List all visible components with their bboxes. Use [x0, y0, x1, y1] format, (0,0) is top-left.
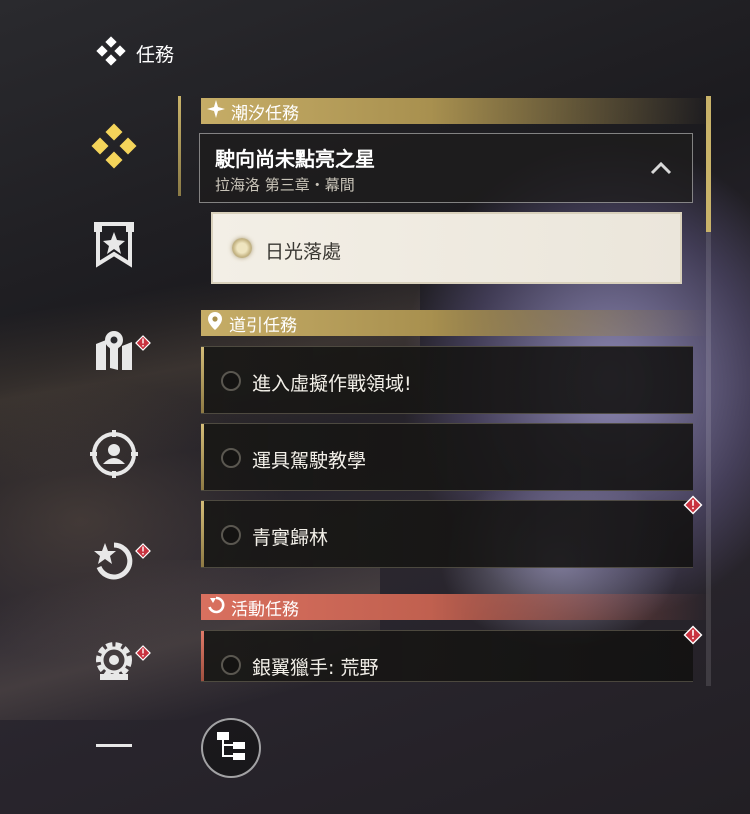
quest-accent-bar: [201, 631, 204, 681]
quest-subtitle: 拉海洛 第三章・幕間: [215, 176, 355, 194]
quest-item[interactable]: 進入虛擬作戰領域!: [201, 346, 693, 414]
quest-step-selected[interactable]: 日光落處: [211, 212, 682, 284]
sidebar-item-story[interactable]: [88, 220, 140, 272]
section-title: 道引任務: [229, 315, 297, 336]
quest-accent-bar: [201, 347, 204, 413]
quest-status-icon: [221, 655, 241, 675]
step-status-icon: [232, 238, 252, 258]
active-indicator: [178, 96, 181, 196]
quest-tree-button[interactable]: [201, 718, 261, 778]
quest-label: 進入虛擬作戰領域!: [252, 373, 412, 395]
quest-item[interactable]: 銀翼獵手: 荒野: [201, 625, 703, 682]
page-header: 任務: [96, 36, 174, 71]
refresh-icon: [207, 596, 225, 619]
quest-item[interactable]: 青實歸林: [201, 495, 703, 568]
alert-badge-icon: [683, 625, 703, 645]
sidebar-item-more[interactable]: [96, 744, 132, 757]
four-diamond-icon: [96, 36, 126, 71]
quest-label: 青實歸林: [252, 527, 329, 549]
quest-label: 運具駕駛教學: [252, 450, 367, 472]
sidebar-item-character[interactable]: [88, 430, 140, 482]
alert-badge-icon: [683, 495, 703, 515]
quest-accent-bar: [201, 501, 204, 567]
section-header-event: 活動任務: [201, 594, 711, 620]
hierarchy-icon: [214, 729, 248, 767]
sidebar-item-settings[interactable]: [88, 636, 151, 688]
gear-camera-icon: [90, 636, 138, 688]
four-diamond-icon: [91, 123, 137, 173]
sidebar-item-quests[interactable]: [88, 122, 140, 174]
section-header-guide: 道引任務: [201, 310, 711, 336]
banner-star-icon: [92, 220, 136, 272]
sidebar-item-daily[interactable]: [88, 536, 151, 588]
quest-accent-bar: [201, 424, 204, 490]
step-label: 日光落處: [265, 241, 342, 263]
quest-title: 駛向尚未點亮之星: [215, 147, 375, 171]
section-title: 潮汐任務: [231, 103, 299, 124]
section-title: 活動任務: [231, 599, 299, 620]
sidebar-item-map[interactable]: [88, 326, 151, 378]
quest-item[interactable]: 運具駕駛教學: [201, 423, 693, 491]
sparkle-icon: [207, 99, 225, 123]
alert-badge-icon: [134, 644, 151, 661]
tide-quest-card[interactable]: 駛向尚未點亮之星 拉海洛 第三章・幕間: [199, 133, 693, 203]
quest-status-icon: [221, 448, 241, 468]
star-refresh-icon: [91, 537, 137, 587]
map-pin-icon: [92, 328, 136, 376]
alert-badge-icon: [134, 334, 151, 351]
quest-status-icon: [221, 371, 241, 391]
person-target-icon: [90, 430, 138, 482]
quest-label: 銀翼獵手: 荒野: [252, 657, 379, 679]
section-header-tide: 潮汐任務: [201, 98, 711, 124]
alert-badge-icon: [134, 542, 151, 559]
location-pin-icon: [207, 311, 223, 335]
quest-status-icon: [221, 525, 241, 545]
chevron-up-icon[interactable]: [650, 160, 672, 179]
page-title: 任務: [136, 44, 175, 66]
